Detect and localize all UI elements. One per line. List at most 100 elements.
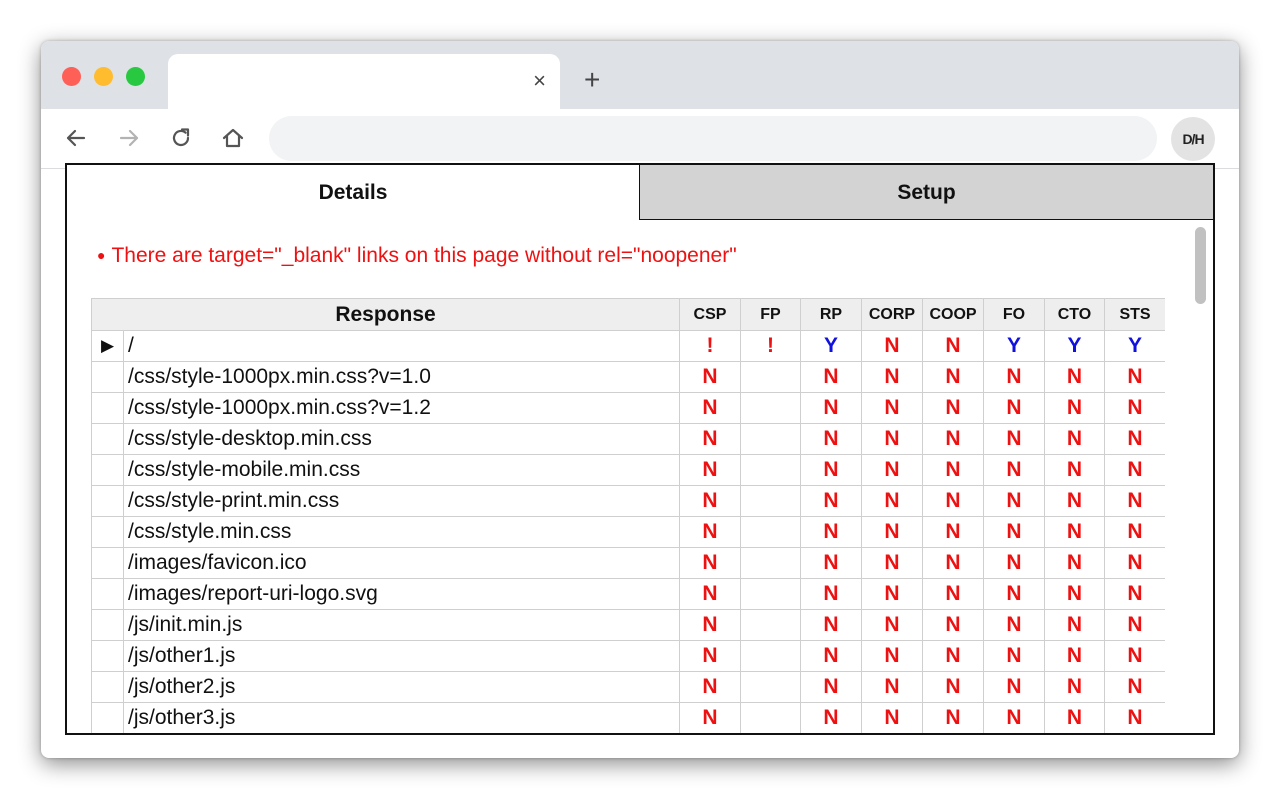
table-row[interactable]: /js/other1.js N N N N N N N bbox=[91, 640, 1165, 672]
header-status-cell: N bbox=[679, 702, 741, 733]
header-status-cell: N bbox=[861, 640, 923, 672]
header-status-cell: N bbox=[800, 361, 862, 393]
table-row[interactable]: /js/other3.js N N N N N N N bbox=[91, 702, 1165, 733]
header-status-cell: N bbox=[861, 454, 923, 486]
header-status-cell: N bbox=[679, 423, 741, 455]
row-marker-cell bbox=[91, 485, 124, 517]
new-tab-button[interactable]: + bbox=[584, 65, 600, 95]
header-status-cell: N bbox=[983, 640, 1045, 672]
header-status-cell bbox=[740, 423, 801, 455]
header-status-cell: N bbox=[800, 423, 862, 455]
reload-button[interactable] bbox=[168, 125, 194, 151]
forward-button[interactable] bbox=[116, 125, 142, 151]
header-status-cell: Y bbox=[1044, 330, 1105, 362]
header-status-cell: N bbox=[983, 454, 1045, 486]
table-row[interactable]: /js/init.min.js N N N N N N N bbox=[91, 609, 1165, 641]
browser-tab[interactable]: × bbox=[168, 54, 560, 110]
header-status-cell: N bbox=[800, 454, 862, 486]
header-status-cell: N bbox=[1044, 361, 1105, 393]
header-status-cell: N bbox=[1044, 547, 1105, 579]
response-url: /css/style-1000px.min.css?v=1.2 bbox=[123, 392, 680, 424]
response-table: Response CSP FP RP CORP COOP FO CTO STS … bbox=[91, 298, 1165, 733]
extension-popup: Details Setup ● There are target="_blank"… bbox=[65, 163, 1215, 735]
header-status-cell: N bbox=[861, 671, 923, 703]
header-status-cell: N bbox=[1104, 702, 1165, 733]
row-marker-cell bbox=[91, 671, 124, 703]
header-status-cell: N bbox=[983, 702, 1045, 733]
header-status-cell: N bbox=[861, 485, 923, 517]
header-status-cell: N bbox=[1044, 671, 1105, 703]
header-status-cell: N bbox=[1104, 423, 1165, 455]
scrollbar-thumb[interactable] bbox=[1195, 227, 1206, 304]
header-status-cell: N bbox=[983, 609, 1045, 641]
response-url: /js/other3.js bbox=[123, 702, 680, 733]
header-status-cell: N bbox=[1044, 423, 1105, 455]
table-header-row: Response CSP FP RP CORP COOP FO CTO STS bbox=[91, 298, 1165, 331]
close-tab-icon[interactable]: × bbox=[533, 68, 546, 94]
table-row[interactable]: /css/style-desktop.min.css N N N N N N N bbox=[91, 423, 1165, 455]
header-status-cell: N bbox=[1104, 485, 1165, 517]
header-status-cell: N bbox=[922, 454, 984, 486]
header-status-cell: N bbox=[1104, 454, 1165, 486]
table-row[interactable]: /css/style.min.css N N N N N N N bbox=[91, 516, 1165, 548]
table-row[interactable]: /images/report-uri-logo.svg N N N N N N N bbox=[91, 578, 1165, 610]
header-status-cell: N bbox=[983, 423, 1045, 455]
header-status-cell: N bbox=[922, 485, 984, 517]
header-status-cell bbox=[740, 578, 801, 610]
back-button[interactable] bbox=[63, 125, 89, 151]
browser-window: × + D/H Details Setup ● There are target… bbox=[41, 41, 1239, 758]
header-status-cell: N bbox=[1044, 516, 1105, 548]
header-status-cell: N bbox=[800, 547, 862, 579]
browser-toolbar: D/H bbox=[41, 109, 1239, 169]
tab-setup[interactable]: Setup bbox=[640, 165, 1213, 220]
header-status-cell: N bbox=[1104, 640, 1165, 672]
header-status-cell: N bbox=[800, 671, 862, 703]
header-status-cell: N bbox=[1044, 454, 1105, 486]
popup-scrollbar[interactable] bbox=[1187, 223, 1213, 733]
close-window-button[interactable] bbox=[62, 67, 81, 86]
header-status-cell: N bbox=[1044, 702, 1105, 733]
header-status-cell: N bbox=[861, 392, 923, 424]
home-button[interactable] bbox=[220, 125, 246, 151]
header-status-cell: ! bbox=[679, 330, 741, 362]
table-row[interactable]: /css/style-mobile.min.css N N N N N N N bbox=[91, 454, 1165, 486]
table-row[interactable]: /css/style-1000px.min.css?v=1.0 N N N N N N N bbox=[91, 361, 1165, 393]
header-status-cell: N bbox=[1044, 392, 1105, 424]
header-status-cell: N bbox=[983, 516, 1045, 548]
column-header-rp: RP bbox=[800, 298, 862, 331]
response-url: /css/style-desktop.min.css bbox=[123, 423, 680, 455]
row-marker-cell bbox=[91, 516, 124, 548]
table-row[interactable]: /images/favicon.ico N N N N N N N bbox=[91, 547, 1165, 579]
header-status-cell: N bbox=[1104, 609, 1165, 641]
expand-arrow-icon[interactable]: ▶ bbox=[91, 330, 124, 362]
header-status-cell: N bbox=[679, 361, 741, 393]
header-status-cell bbox=[740, 671, 801, 703]
header-status-cell: Y bbox=[983, 330, 1045, 362]
home-icon bbox=[222, 128, 244, 148]
row-marker-cell bbox=[91, 702, 124, 733]
header-status-cell bbox=[740, 516, 801, 548]
header-status-cell: N bbox=[679, 640, 741, 672]
header-status-cell: N bbox=[922, 547, 984, 579]
tab-details[interactable]: Details bbox=[67, 165, 640, 220]
address-bar[interactable] bbox=[269, 116, 1157, 161]
table-row[interactable]: /css/style-1000px.min.css?v=1.2 N N N N N N N bbox=[91, 392, 1165, 424]
header-status-cell: N bbox=[983, 361, 1045, 393]
table-row[interactable]: ▶ /!! Y N N Y Y Y bbox=[91, 330, 1165, 362]
table-row[interactable]: /js/other2.js N N N N N N N bbox=[91, 671, 1165, 703]
column-header-coop: COOP bbox=[922, 298, 984, 331]
header-status-cell: N bbox=[679, 485, 741, 517]
header-status-cell: N bbox=[861, 361, 923, 393]
response-table-container: Response CSP FP RP CORP COOP FO CTO STS … bbox=[91, 298, 1165, 733]
column-header-corp: CORP bbox=[861, 298, 923, 331]
row-marker-cell bbox=[91, 423, 124, 455]
header-status-cell bbox=[740, 547, 801, 579]
table-row[interactable]: /css/style-print.min.css N N N N N N N bbox=[91, 485, 1165, 517]
extension-button[interactable]: D/H bbox=[1171, 117, 1215, 161]
maximize-window-button[interactable] bbox=[126, 67, 145, 86]
response-url: /images/favicon.ico bbox=[123, 547, 680, 579]
minimize-window-button[interactable] bbox=[94, 67, 113, 86]
back-arrow-icon bbox=[66, 129, 86, 147]
header-status-cell: N bbox=[922, 702, 984, 733]
column-header-response: Response bbox=[91, 298, 680, 331]
